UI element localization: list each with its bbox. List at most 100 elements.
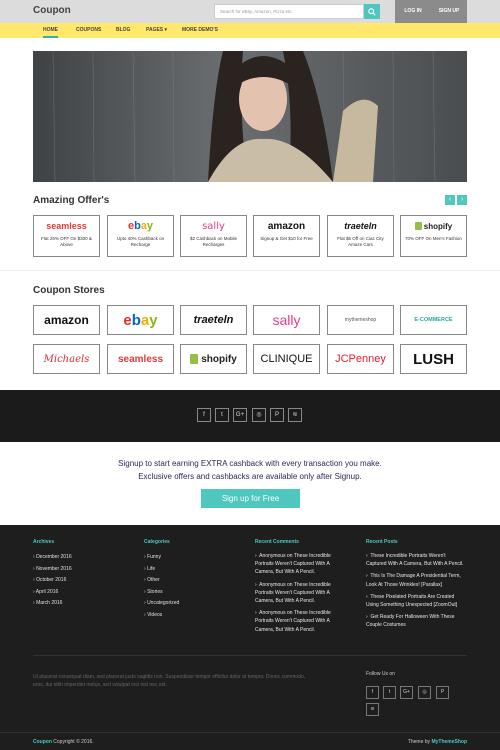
comment-link[interactable]: › Anonymous on These Incredible Portrait… [255,609,347,634]
prev-arrow-icon[interactable]: ‹ [445,195,455,205]
twitter-icon[interactable]: t [215,408,229,422]
chevron-down-icon: ▾ [164,27,168,33]
store-clinique[interactable]: CLINIQUE [253,344,320,374]
googleplus-icon[interactable]: G+ [233,408,247,422]
nav-more-demos[interactable]: MORE DEMO'S [182,23,218,38]
post-link[interactable]: › Get Ready For Halloween With These Cou… [366,613,466,629]
offer-card[interactable]: sally $2 Cashback on Mobile Recharges [180,215,247,257]
nav-pages[interactable]: PAGES ▾ [146,23,167,38]
amazon-logo: amazon [44,313,89,327]
theme-credit-text: Theme by [407,739,432,745]
signup-line-1: Signup to start earning EXTRA cashback w… [118,459,382,468]
nav-home[interactable]: HOME [43,23,58,38]
search-button[interactable] [364,4,380,19]
instagram-icon[interactable]: ◎ [418,686,431,699]
jcpenney-logo: JCPenney [335,353,386,365]
post-link[interactable]: › This Is The Damage A Presidential Term… [366,572,466,588]
footer: Archives December 2016 November 2016 Oct… [0,525,500,750]
offer-text: Flat 25% OFF On $300 & Above [41,236,92,247]
comment-text: Anonymous on These Incredible Portraits … [255,581,331,605]
stores-title: Coupon Stores [33,285,105,296]
archive-link[interactable]: April 2016 [33,587,72,599]
store-michaels[interactable]: Michaels [33,344,100,374]
seamless-logo: seamless [46,221,87,231]
offer-text: 70% OFF On Men's Fashion [405,236,462,241]
archive-link[interactable]: November 2016 [33,564,72,576]
category-link[interactable]: Funny [144,552,179,564]
copyright-brand-link[interactable]: Coupon [33,739,52,745]
shopify-bag-icon [190,354,199,364]
store-ebay[interactable]: ebay [107,305,174,335]
offer-text: Upto 40% Cashback on Recharge [116,236,165,247]
signup-free-button[interactable]: Sign up for Free [201,489,300,508]
store-amazon[interactable]: amazon [33,305,100,335]
clinique-logo: CLINIQUE [260,353,313,365]
search-input[interactable]: Search for eBay, Amazon, Pizza etc. [214,4,364,19]
googleplus-icon[interactable]: G+ [400,686,413,699]
sally-logo: sally [202,220,225,232]
signup-button[interactable]: SIGN UP [431,0,467,23]
copyright: Coupon Copyright © 2016. [33,739,94,745]
post-link[interactable]: › These Incredible Portraits Weren't Cap… [366,552,466,568]
facebook-icon[interactable]: f [197,408,211,422]
offer-card[interactable]: traeteln Flat $6 Off on Ciaz City Amaze … [327,215,394,257]
store-mythemeshop[interactable]: mythemeshop [327,305,394,335]
recent-comments-title: Recent Comments [255,539,299,545]
theme-credit: Theme by MyThemeShop [408,739,467,745]
hero-banner[interactable] [33,51,467,182]
category-link[interactable]: Other [144,575,179,587]
michaels-logo: Michaels [43,353,90,365]
ebay-logo: ebay [123,311,158,329]
mythemeshop-logo: mythemeshop [344,317,377,323]
category-link[interactable]: Videos [144,610,179,622]
pinterest-icon[interactable]: P [436,686,449,699]
store-sally[interactable]: sally [253,305,320,335]
category-link[interactable]: Uncategorized [144,598,179,610]
traeteln-logo: traeteln [193,314,234,326]
nav-blog[interactable]: BLOG [116,23,130,38]
offer-card[interactable]: amazon Signup & Get $10 for Free [253,215,320,257]
store-traeteln[interactable]: traeteln [180,305,247,335]
category-link[interactable]: Stories [144,587,179,599]
categories-list: Funny Life Other Stories Uncategorized V… [144,552,179,621]
offer-card[interactable]: shopify 70% OFF On Men's Fashion [400,215,467,257]
instagram-icon[interactable]: ◎ [252,408,266,422]
twitter-icon[interactable]: t [383,686,396,699]
login-button[interactable]: LOG IN [395,0,431,23]
store-jcpenney[interactable]: JCPenney [327,344,394,374]
rss-icon[interactable]: ≋ [288,408,302,422]
store-ecommerce[interactable]: E-COMMERCE [400,305,467,335]
site-logo[interactable]: Coupon [33,5,71,16]
offers-title: Amazing Offer's [33,195,110,206]
comment-link[interactable]: › Anonymous on These Incredible Portrait… [255,552,347,577]
post-text: Get Ready For Halloween With These Coupl… [366,614,455,629]
lush-logo: LUSH [413,350,454,368]
store-lush[interactable]: LUSH [400,344,467,374]
facebook-icon[interactable]: f [366,686,379,699]
theme-brand-link[interactable]: MyThemeShop [431,739,467,745]
hero-photo [33,51,467,182]
recent-posts-list: › These Incredible Portraits Weren't Cap… [366,552,466,634]
nav-coupons[interactable]: COUPONS [76,23,101,38]
category-link[interactable]: Life [144,564,179,576]
offer-card[interactable]: ebay Upto 40% Cashback on Recharge [107,215,174,257]
archive-link[interactable]: December 2016 [33,552,72,564]
store-seamless[interactable]: seamless [107,344,174,374]
next-arrow-icon[interactable]: › [457,195,467,205]
archives-title: Archives [33,539,55,545]
comment-link[interactable]: › Anonymous on These Incredible Portrait… [255,581,347,606]
store-shopify[interactable]: shopify [180,344,247,374]
archive-link[interactable]: March 2016 [33,598,72,610]
copyright-text: Copyright © 2016. [51,739,94,745]
offer-text: Signup & Get $10 for Free [260,236,313,241]
archive-link[interactable]: October 2016 [33,575,72,587]
nav-pages-label: PAGES [146,27,164,33]
offer-card[interactable]: seamless Flat 25% OFF On $300 & Above [33,215,100,257]
shopify-bag-icon [414,222,422,230]
ebay-logo: ebay [127,220,154,232]
pinterest-icon[interactable]: P [270,408,284,422]
rss-icon[interactable]: ≋ [366,703,379,716]
shopify-logo: shopify [423,221,453,231]
post-link[interactable]: › These Pixelated Portraits Are Created … [366,593,466,609]
signup-line-2: Exclusive offers and cashbacks are avail… [138,472,362,481]
